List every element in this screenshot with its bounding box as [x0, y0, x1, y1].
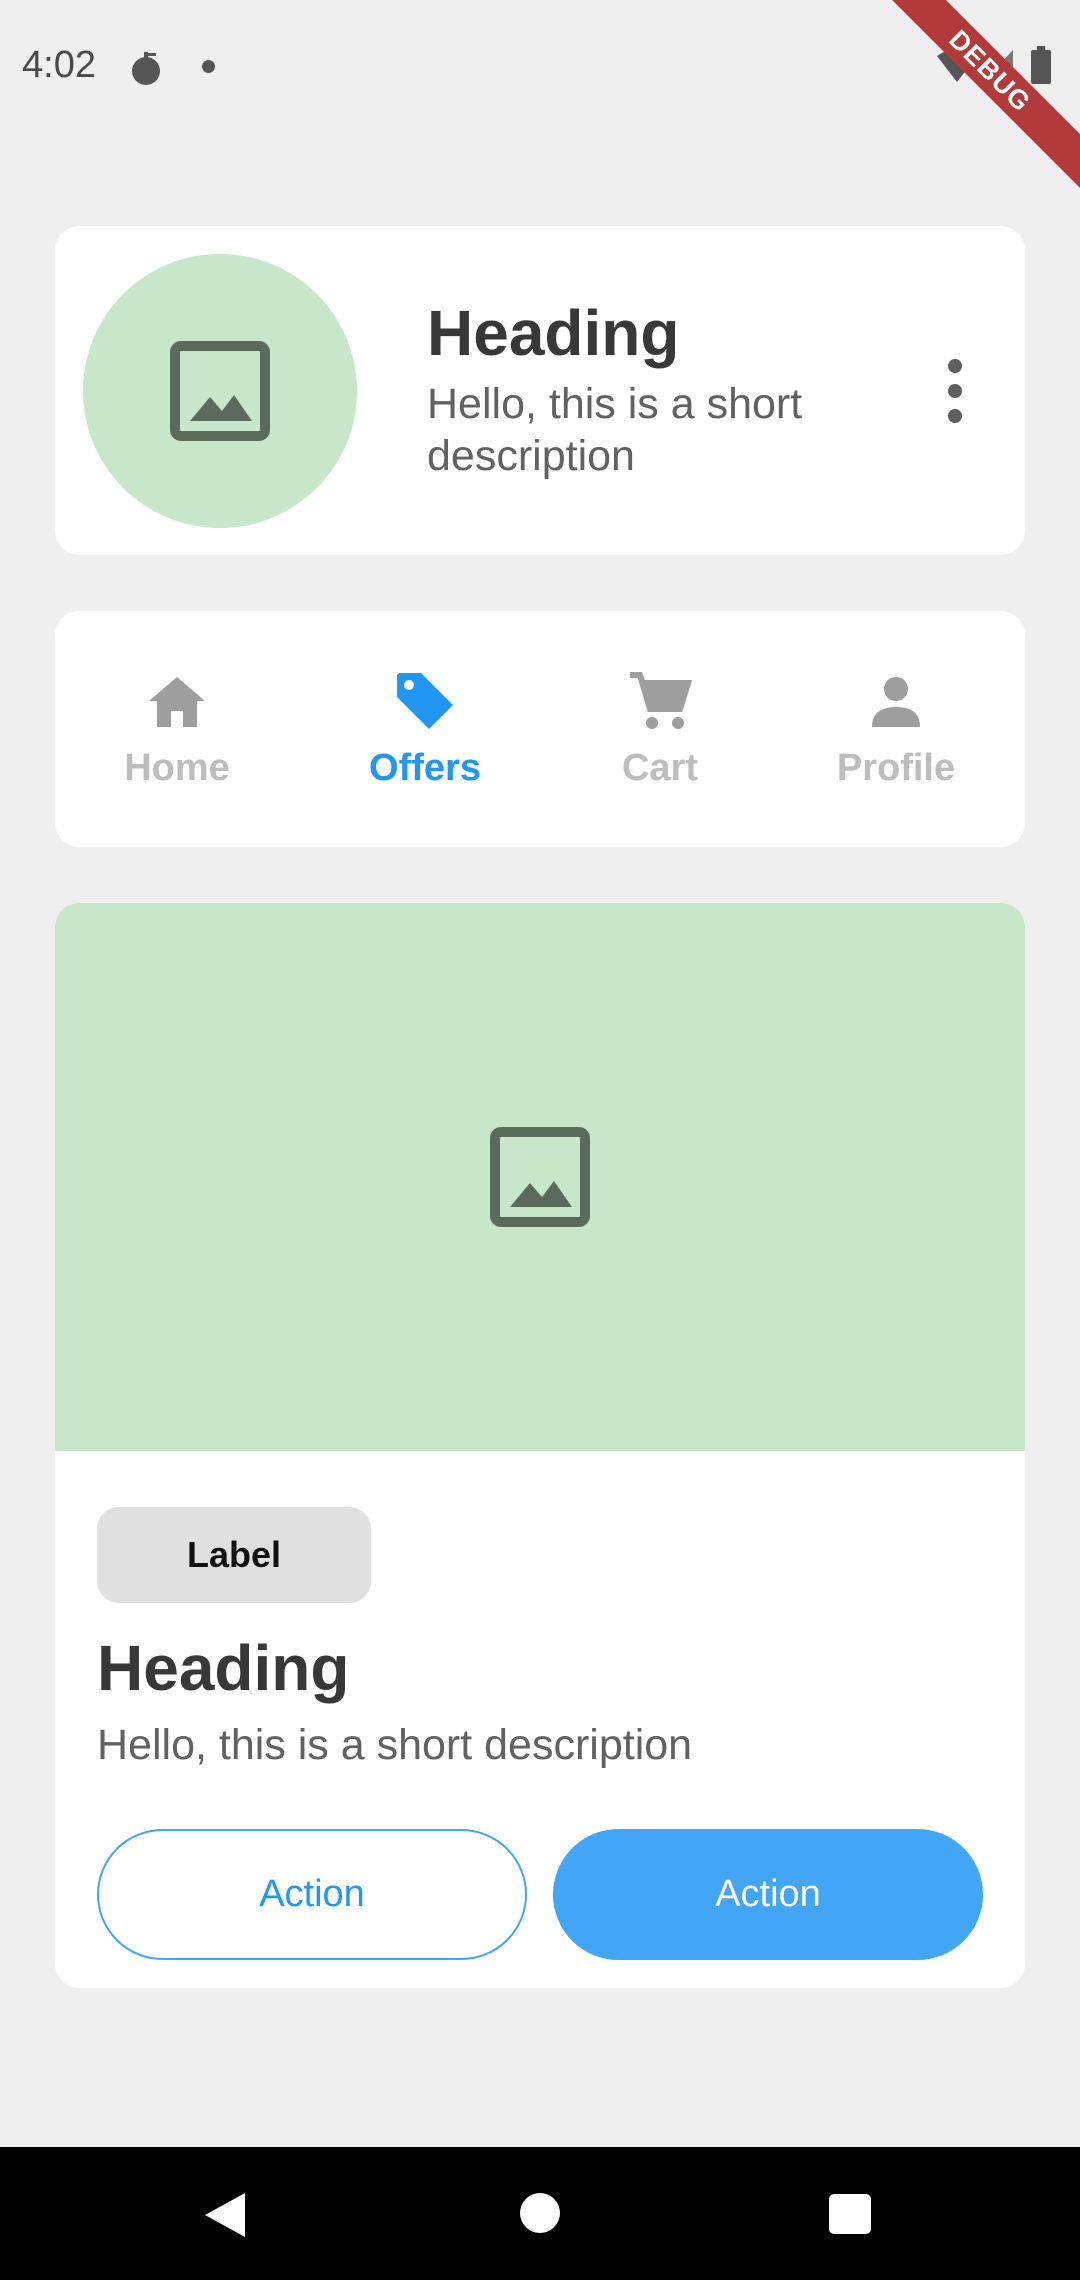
label-chip: Label: [97, 1507, 371, 1603]
header-card: Heading Hello, this is a short descripti…: [55, 226, 1025, 555]
tab-cart[interactable]: Cart: [560, 669, 760, 799]
more-vert-icon[interactable]: [935, 356, 975, 426]
tab-offers[interactable]: Offers: [325, 669, 525, 799]
secondary-action-button[interactable]: Action: [97, 1829, 527, 1960]
image-icon: [490, 1127, 590, 1227]
home-icon: [149, 677, 205, 727]
tab-profile-label: Profile: [836, 747, 956, 789]
header-title: Heading: [427, 297, 680, 369]
app-screen: 4:02 DEBUG Heading Hello, this is a shor…: [0, 0, 1080, 2280]
battery-icon: [1031, 46, 1051, 84]
back-icon[interactable]: [203, 2191, 247, 2239]
header-description: Hello, this is a short description: [427, 380, 803, 480]
dot-icon: [202, 60, 215, 73]
tab-home[interactable]: Home: [77, 669, 277, 799]
recents-icon[interactable]: [829, 2194, 871, 2234]
avatar: [83, 254, 357, 528]
home-circle-icon[interactable]: [520, 2193, 560, 2233]
tab-offers-label: Offers: [369, 747, 481, 789]
tab-profile[interactable]: Profile: [796, 669, 996, 799]
tab-cart-label: Cart: [621, 747, 699, 789]
cart-icon: [630, 672, 692, 729]
image-icon: [170, 341, 270, 441]
hero-image: [55, 903, 1025, 1451]
person-icon: [872, 677, 920, 727]
status-time: 4:02: [22, 44, 96, 86]
tag-icon: [397, 673, 453, 729]
primary-action-button[interactable]: Action: [553, 1829, 983, 1960]
tab-home-label: Home: [124, 747, 230, 789]
content-card: Label Heading Hello, this is a short des…: [55, 903, 1025, 1988]
content-description: Hello, this is a short description: [97, 1721, 693, 1769]
bug-icon: [132, 52, 160, 85]
tab-bar: Home Offers Cart Profile: [55, 611, 1025, 847]
content-title: Heading: [97, 1632, 350, 1704]
system-nav-bar: [0, 2147, 1080, 2280]
